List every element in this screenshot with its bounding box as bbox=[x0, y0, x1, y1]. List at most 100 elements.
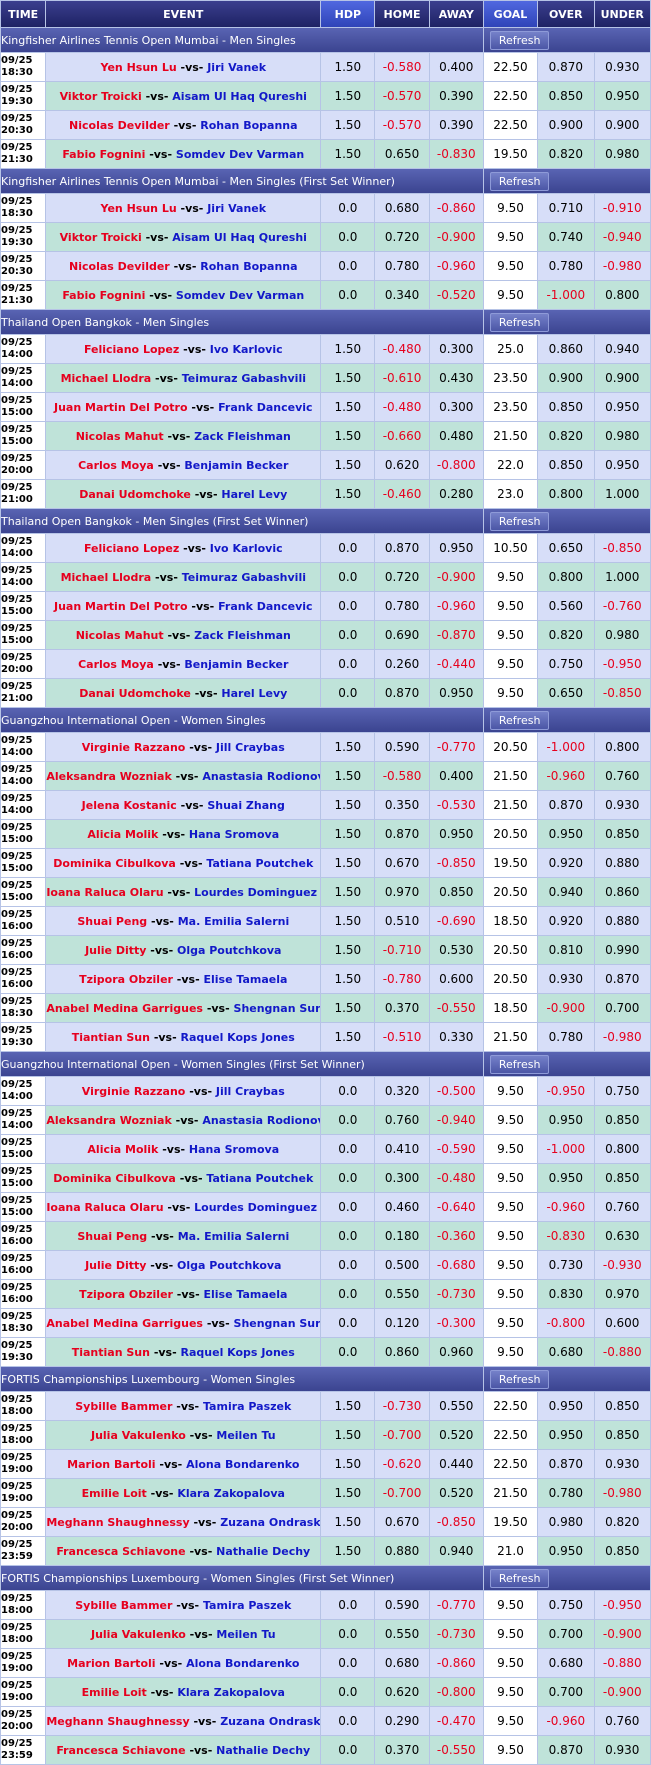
home-odds[interactable]: 0.620 bbox=[375, 451, 429, 479]
home-odds[interactable]: 0.860 bbox=[375, 1338, 429, 1366]
over-odds[interactable]: 0.950 bbox=[538, 820, 594, 848]
under-odds[interactable]: 0.750 bbox=[594, 1077, 650, 1105]
over-odds[interactable]: -0.830 bbox=[538, 1222, 594, 1250]
under-odds[interactable]: 0.880 bbox=[594, 907, 650, 935]
home-odds[interactable]: 0.120 bbox=[375, 1309, 429, 1337]
home-odds[interactable]: 0.460 bbox=[375, 1193, 429, 1221]
over-odds[interactable]: -1.000 bbox=[538, 733, 594, 761]
home-player[interactable]: Juan Martin Del Potro bbox=[54, 401, 188, 414]
away-player[interactable]: Lourdes Dominguez Lino bbox=[194, 1201, 320, 1214]
away-player[interactable]: Hana Sromova bbox=[189, 828, 279, 841]
away-odds[interactable]: 0.520 bbox=[429, 1421, 483, 1449]
under-odds[interactable]: 0.850 bbox=[594, 1537, 650, 1565]
home-player[interactable]: Jelena Kostanic bbox=[82, 799, 177, 812]
home-odds[interactable]: 0.500 bbox=[375, 1251, 429, 1279]
over-odds[interactable]: 0.870 bbox=[538, 53, 594, 81]
under-odds[interactable]: -0.950 bbox=[594, 650, 650, 678]
home-player[interactable]: Marion Bartoli bbox=[67, 1458, 155, 1471]
away-odds[interactable]: 0.520 bbox=[429, 1479, 483, 1507]
away-odds[interactable]: -0.830 bbox=[429, 140, 483, 168]
under-odds[interactable]: 0.820 bbox=[594, 1508, 650, 1536]
home-odds[interactable]: 0.720 bbox=[375, 563, 429, 591]
home-player[interactable]: Virginie Razzano bbox=[82, 1085, 186, 1098]
home-odds[interactable]: 0.680 bbox=[375, 194, 429, 222]
home-odds[interactable]: 0.780 bbox=[375, 592, 429, 620]
away-player[interactable]: Anastasia Rodionova bbox=[202, 1114, 320, 1127]
home-player[interactable]: Carlos Moya bbox=[78, 459, 154, 472]
under-odds[interactable]: -0.880 bbox=[594, 1649, 650, 1677]
over-odds[interactable]: 0.980 bbox=[538, 1508, 594, 1536]
refresh-button[interactable]: Refresh bbox=[489, 1369, 550, 1389]
under-odds[interactable]: 0.980 bbox=[594, 140, 650, 168]
over-odds[interactable]: 0.680 bbox=[538, 1649, 594, 1677]
home-player[interactable]: Michael Llodra bbox=[61, 372, 152, 385]
over-odds[interactable]: 0.850 bbox=[538, 393, 594, 421]
away-player[interactable]: Teimuraz Gabashvili bbox=[182, 571, 306, 584]
under-odds[interactable]: 1.000 bbox=[594, 563, 650, 591]
under-odds[interactable]: 0.990 bbox=[594, 936, 650, 964]
home-player[interactable]: Anabel Medina Garrigues bbox=[46, 1002, 203, 1015]
over-odds[interactable]: 0.950 bbox=[538, 1392, 594, 1420]
away-odds[interactable]: 0.950 bbox=[429, 679, 483, 707]
home-player[interactable]: Yen Hsun Lu bbox=[101, 61, 177, 74]
away-player[interactable]: Olga Poutchkova bbox=[177, 1259, 281, 1272]
over-odds[interactable]: 0.780 bbox=[538, 252, 594, 280]
home-odds[interactable]: 0.550 bbox=[375, 1620, 429, 1648]
away-odds[interactable]: 0.300 bbox=[429, 393, 483, 421]
away-player[interactable]: Raquel Kops Jones bbox=[181, 1346, 295, 1359]
home-odds[interactable]: 0.370 bbox=[375, 1736, 429, 1764]
away-player[interactable]: Jill Craybas bbox=[216, 741, 285, 754]
away-player[interactable]: Elise Tamaela bbox=[204, 973, 288, 986]
home-odds[interactable]: 0.690 bbox=[375, 621, 429, 649]
home-odds[interactable]: -0.580 bbox=[375, 53, 429, 81]
under-odds[interactable]: -0.900 bbox=[594, 1620, 650, 1648]
under-odds[interactable]: -0.900 bbox=[594, 1678, 650, 1706]
over-odds[interactable]: 0.950 bbox=[538, 1537, 594, 1565]
under-odds[interactable]: -0.980 bbox=[594, 252, 650, 280]
away-odds[interactable]: 0.390 bbox=[429, 111, 483, 139]
refresh-button[interactable]: Refresh bbox=[489, 312, 550, 332]
away-player[interactable]: Tamira Paszek bbox=[203, 1400, 291, 1413]
home-player[interactable]: Viktor Troicki bbox=[60, 90, 142, 103]
away-odds[interactable]: 0.300 bbox=[429, 335, 483, 363]
away-odds[interactable]: 0.480 bbox=[429, 422, 483, 450]
home-player[interactable]: Tzipora Obziler bbox=[79, 973, 173, 986]
over-odds[interactable]: 0.700 bbox=[538, 1678, 594, 1706]
away-odds[interactable]: 0.400 bbox=[429, 762, 483, 790]
home-player[interactable]: Feliciano Lopez bbox=[84, 542, 179, 555]
under-odds[interactable]: 0.850 bbox=[594, 820, 650, 848]
away-player[interactable]: Jiri Vanek bbox=[207, 202, 266, 215]
over-odds[interactable]: 0.700 bbox=[538, 1620, 594, 1648]
away-player[interactable]: Alona Bondarenko bbox=[186, 1657, 299, 1670]
away-odds[interactable]: -0.770 bbox=[429, 1591, 483, 1619]
under-odds[interactable]: 0.880 bbox=[594, 849, 650, 877]
under-odds[interactable]: 0.970 bbox=[594, 1280, 650, 1308]
away-odds[interactable]: 0.400 bbox=[429, 53, 483, 81]
away-player[interactable]: Frank Dancevic bbox=[218, 600, 312, 613]
away-odds[interactable]: -0.800 bbox=[429, 451, 483, 479]
home-odds[interactable]: 0.650 bbox=[375, 140, 429, 168]
home-player[interactable]: Danai Udomchoke bbox=[79, 687, 191, 700]
away-odds[interactable]: -0.440 bbox=[429, 650, 483, 678]
under-odds[interactable]: 1.000 bbox=[594, 480, 650, 508]
home-player[interactable]: Tiantian Sun bbox=[72, 1346, 150, 1359]
home-player[interactable]: Tiantian Sun bbox=[72, 1031, 150, 1044]
away-odds[interactable]: -0.690 bbox=[429, 907, 483, 935]
home-odds[interactable]: 0.760 bbox=[375, 1106, 429, 1134]
under-odds[interactable]: -0.980 bbox=[594, 1023, 650, 1051]
away-odds[interactable]: -0.800 bbox=[429, 1678, 483, 1706]
home-odds[interactable]: -0.580 bbox=[375, 762, 429, 790]
away-player[interactable]: Zack Fleishman bbox=[194, 430, 291, 443]
away-player[interactable]: Jiri Vanek bbox=[207, 61, 266, 74]
away-player[interactable]: Ma. Emilia Salerni bbox=[178, 915, 290, 928]
away-odds[interactable]: -0.470 bbox=[429, 1707, 483, 1735]
home-player[interactable]: Carlos Moya bbox=[78, 658, 154, 671]
over-odds[interactable]: -0.800 bbox=[538, 1309, 594, 1337]
under-odds[interactable]: 0.700 bbox=[594, 994, 650, 1022]
away-player[interactable]: Klara Zakopalova bbox=[177, 1487, 285, 1500]
refresh-button[interactable]: Refresh bbox=[489, 1054, 550, 1074]
away-odds[interactable]: 0.950 bbox=[429, 820, 483, 848]
home-odds[interactable]: 0.620 bbox=[375, 1678, 429, 1706]
away-odds[interactable]: -0.960 bbox=[429, 252, 483, 280]
home-odds[interactable]: 0.300 bbox=[375, 1164, 429, 1192]
